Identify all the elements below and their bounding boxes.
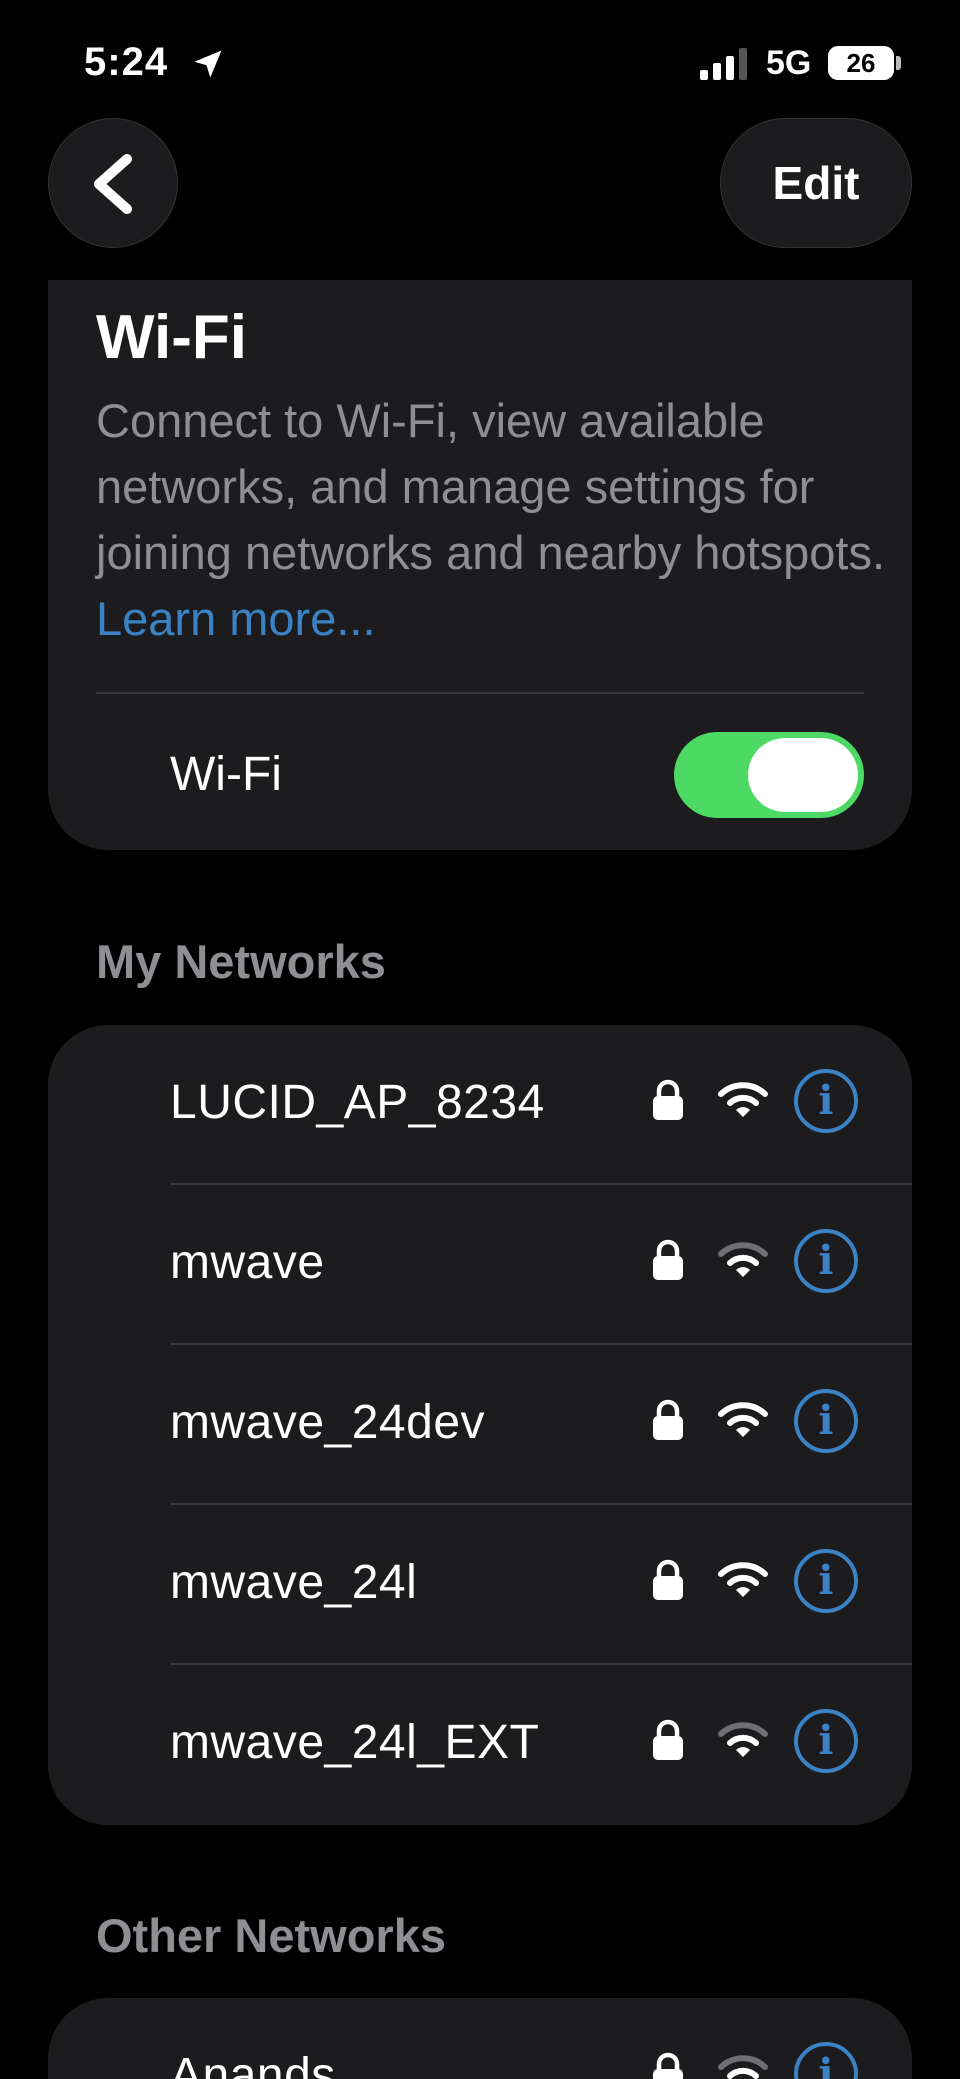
chevron-left-icon	[94, 154, 132, 214]
battery-cap	[896, 56, 901, 70]
lock-icon	[652, 1559, 684, 1606]
status-time: 5:24	[84, 40, 169, 84]
description-text: Connect to Wi-Fi, view available network…	[96, 394, 886, 579]
wifi-description: Connect to Wi-Fi, view available network…	[96, 388, 886, 652]
network-name: mwave_24l_EXT	[170, 1716, 540, 1769]
wifi-signal-icon	[718, 2054, 768, 2079]
edit-button[interactable]: Edit	[720, 118, 912, 248]
info-icon[interactable]: i	[794, 1709, 858, 1773]
network-row[interactable]: mwave i	[48, 1185, 912, 1345]
battery-icon: 26	[828, 46, 894, 80]
network-name: Anands	[170, 2049, 336, 2079]
other-networks-header: Other Networks	[96, 1909, 446, 1962]
location-arrow-icon	[194, 50, 222, 78]
network-row[interactable]: Anands i	[48, 1998, 912, 2079]
my-networks-header: My Networks	[96, 935, 386, 988]
cellular-signal-icon	[700, 48, 747, 80]
back-button[interactable]	[48, 118, 178, 248]
info-icon[interactable]: i	[794, 1389, 858, 1453]
network-name: mwave	[170, 1236, 325, 1289]
lock-icon	[652, 2052, 684, 2079]
page-title: Wi-Fi	[96, 303, 247, 372]
lock-icon	[652, 1719, 684, 1766]
network-name: LUCID_AP_8234	[170, 1076, 545, 1129]
my-networks-list: LUCID_AP_8234 i mwave i mwave_24dev i mwave_24…	[48, 1025, 912, 1825]
network-row[interactable]: LUCID_AP_8234 i	[48, 1025, 912, 1185]
wifi-toggle[interactable]	[674, 732, 864, 818]
wifi-signal-icon	[718, 1561, 768, 1606]
divider	[96, 692, 864, 694]
info-icon[interactable]: i	[794, 2042, 858, 2079]
info-icon[interactable]: i	[794, 1549, 858, 1613]
wifi-signal-icon	[718, 1401, 768, 1446]
wifi-settings-screen: 5:24 5G 26 Edit Wi-Fi Connect to Wi-Fi, …	[0, 0, 960, 2079]
lock-icon	[652, 1399, 684, 1446]
battery-level: 26	[846, 48, 876, 78]
other-networks-list: Anands i	[48, 1998, 912, 2079]
wifi-info-card: Wi-Fi Connect to Wi-Fi, view available n…	[48, 280, 912, 850]
network-name: mwave_24dev	[170, 1396, 486, 1449]
network-type-label: 5G	[766, 44, 812, 82]
toggle-knob	[748, 738, 858, 812]
network-row[interactable]: mwave_24l_EXT i	[48, 1665, 912, 1825]
network-row[interactable]: mwave_24l i	[48, 1505, 912, 1665]
learn-more-link[interactable]: Learn more...	[96, 592, 376, 645]
wifi-signal-icon	[718, 1721, 768, 1766]
lock-icon	[652, 1079, 684, 1126]
wifi-signal-icon	[718, 1241, 768, 1286]
status-bar: 5:24 5G 26	[0, 0, 960, 120]
lock-icon	[652, 1239, 684, 1286]
wifi-toggle-label: Wi-Fi	[170, 748, 282, 801]
info-icon[interactable]: i	[794, 1069, 858, 1133]
wifi-signal-icon	[718, 1081, 768, 1126]
network-row[interactable]: mwave_24dev i	[48, 1345, 912, 1505]
network-name: mwave_24l	[170, 1556, 418, 1609]
info-icon[interactable]: i	[794, 1229, 858, 1293]
